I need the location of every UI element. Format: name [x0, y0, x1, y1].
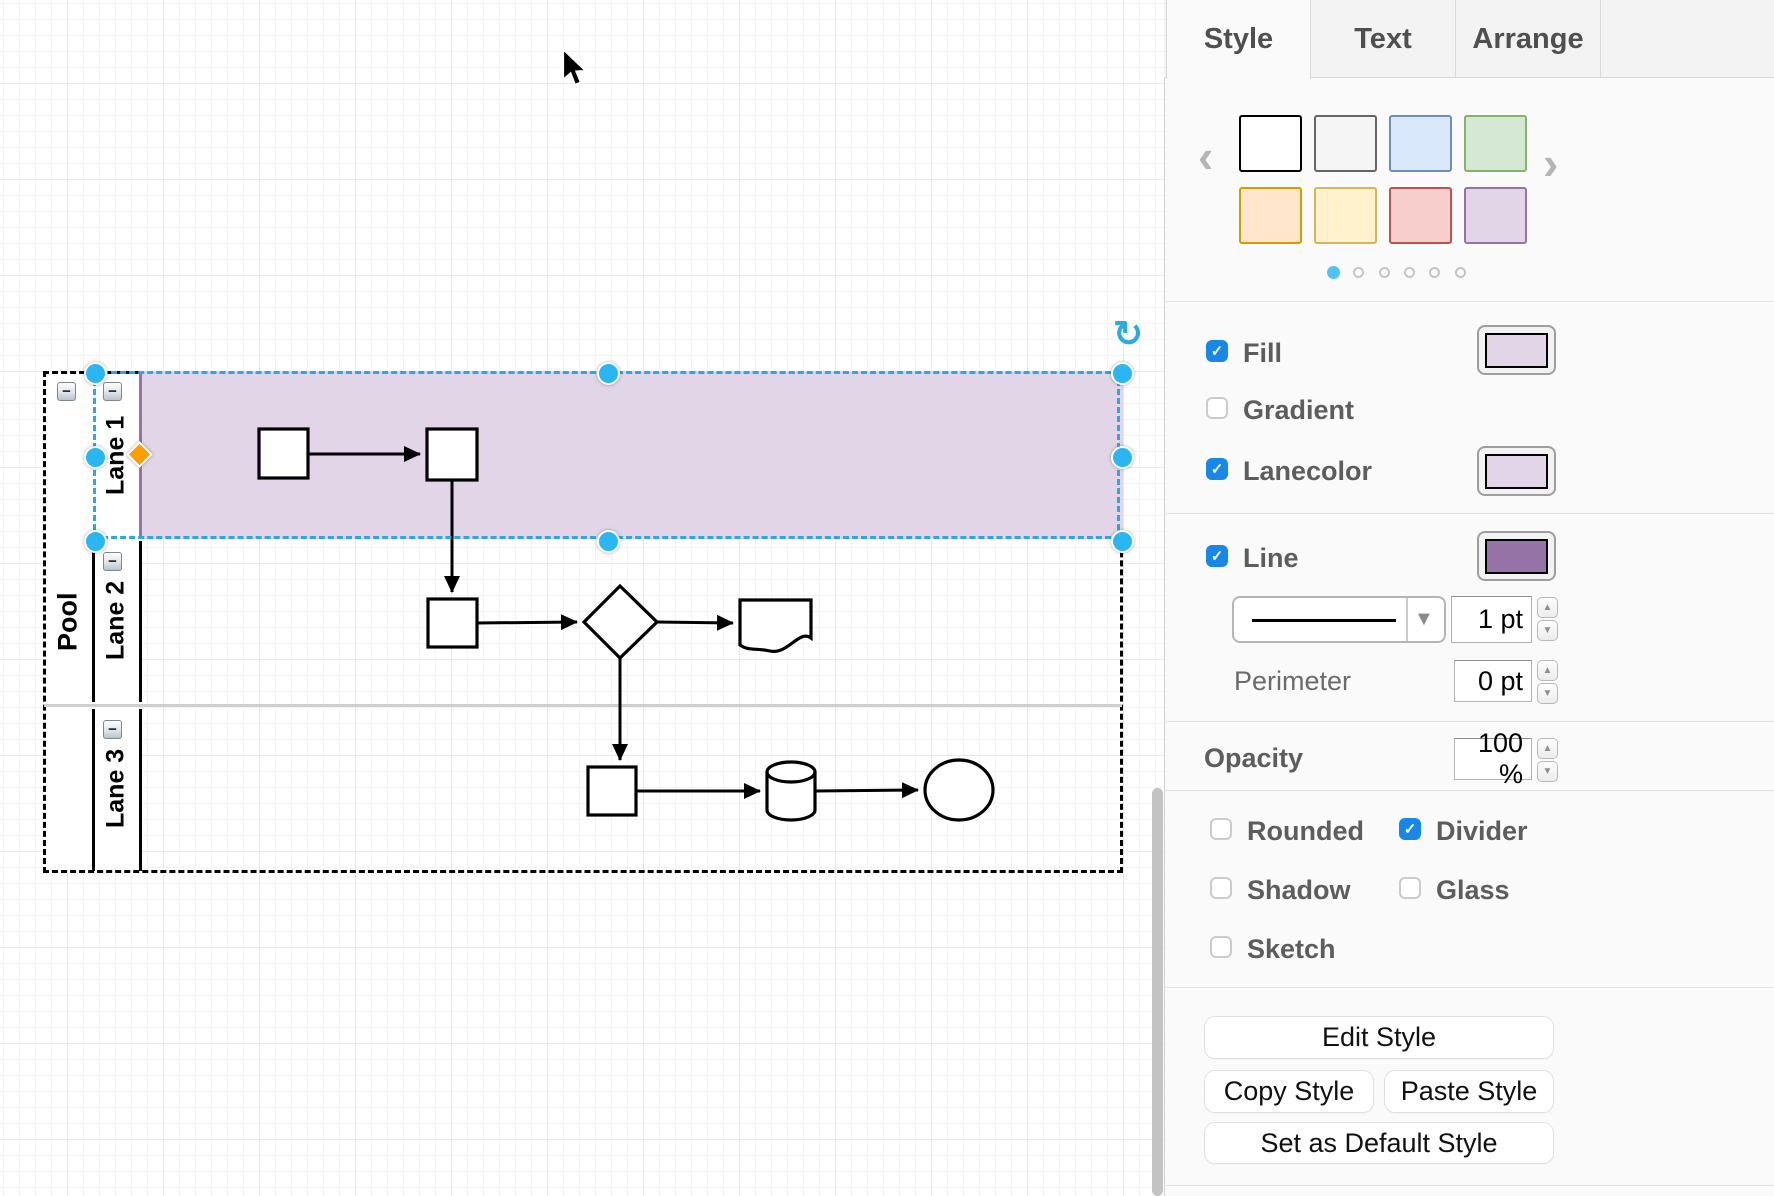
- preset-swatch-red[interactable]: [1389, 187, 1452, 244]
- lanecolor-checkbox[interactable]: ✓: [1206, 458, 1228, 480]
- selection-handle-w[interactable]: [84, 446, 107, 469]
- preset-swatch-yellow[interactable]: [1314, 187, 1377, 244]
- gradient-checkbox[interactable]: [1206, 397, 1228, 419]
- fill-label: Fill: [1243, 340, 1282, 367]
- section-divider: [1164, 513, 1774, 514]
- opacity-stepper[interactable]: ▲ ▼: [1537, 738, 1558, 782]
- flow-arrow-3[interactable]: [477, 622, 577, 623]
- selection-handle-n[interactable]: [597, 362, 620, 385]
- step-down-icon[interactable]: ▼: [1537, 761, 1558, 782]
- step-up-icon[interactable]: ▲: [1537, 738, 1558, 759]
- mouse-cursor: [560, 48, 594, 90]
- lanecolor-label: Lanecolor: [1243, 458, 1372, 485]
- preset-swatch-blue[interactable]: [1389, 115, 1452, 172]
- pager-dot-1[interactable]: [1327, 266, 1340, 279]
- selection-handle-se[interactable]: [1111, 530, 1134, 553]
- canvas-vertical-scrollbar[interactable]: [1152, 788, 1163, 1196]
- opacity-input[interactable]: 100 %: [1454, 738, 1532, 780]
- end-event-shape[interactable]: [925, 760, 993, 820]
- sketch-label: Sketch: [1247, 936, 1336, 963]
- divider-label: Divider: [1436, 818, 1528, 845]
- section-divider: [1164, 987, 1774, 988]
- tab-text[interactable]: Text: [1311, 0, 1456, 78]
- set-default-style-button[interactable]: Set as Default Style: [1204, 1122, 1554, 1164]
- step-down-icon[interactable]: ▼: [1537, 683, 1558, 704]
- preset-swatch-gray[interactable]: [1314, 115, 1377, 172]
- drawing-canvas[interactable]: Pool Lane 1 Lane 2 Lane 3 − − − −: [0, 0, 1164, 1196]
- copy-style-button[interactable]: Copy Style: [1204, 1070, 1374, 1113]
- pager-dot-4[interactable]: [1404, 267, 1415, 278]
- edit-style-button[interactable]: Edit Style: [1204, 1016, 1554, 1059]
- task-shape-3[interactable]: [428, 599, 477, 647]
- paste-style-button[interactable]: Paste Style: [1384, 1070, 1554, 1113]
- perimeter-label: Perimeter: [1234, 668, 1351, 695]
- selection-handle-sw[interactable]: [84, 530, 107, 553]
- section-divider: [1164, 301, 1774, 302]
- pager-dot-2[interactable]: [1353, 267, 1364, 278]
- document-shape[interactable]: [740, 600, 811, 651]
- shadow-checkbox[interactable]: [1210, 877, 1232, 899]
- pager-dot-3[interactable]: [1379, 267, 1390, 278]
- line-color-preview: [1485, 539, 1548, 574]
- perimeter-stepper[interactable]: ▲ ▼: [1537, 660, 1558, 704]
- step-down-icon[interactable]: ▼: [1537, 620, 1558, 641]
- line-style-preview: [1252, 619, 1396, 622]
- selection-handle-nw[interactable]: [84, 362, 107, 385]
- rotate-handle-icon[interactable]: ↻: [1113, 316, 1143, 352]
- lane1-selection-outline: [93, 371, 1120, 539]
- section-divider: [1164, 790, 1774, 791]
- step-up-icon[interactable]: ▲: [1537, 660, 1558, 681]
- pager-dot-5[interactable]: [1429, 267, 1440, 278]
- tab-arrange[interactable]: Arrange: [1456, 0, 1601, 78]
- line-width-input[interactable]: 1 pt: [1451, 596, 1532, 643]
- preset-swatch-purple[interactable]: [1464, 187, 1527, 244]
- presets-prev-icon[interactable]: ‹: [1198, 133, 1213, 179]
- selection-handle-ne[interactable]: [1111, 362, 1134, 385]
- step-up-icon[interactable]: ▲: [1537, 597, 1558, 618]
- fill-color-button[interactable]: [1477, 325, 1556, 375]
- opacity-label: Opacity: [1204, 745, 1303, 772]
- selection-handle-e[interactable]: [1111, 446, 1134, 469]
- flow-shapes-layer: [0, 0, 1164, 1196]
- section-divider: [1164, 721, 1774, 722]
- flow-arrow-4[interactable]: [657, 622, 733, 623]
- line-label: Line: [1243, 545, 1299, 572]
- line-checkbox[interactable]: ✓: [1206, 545, 1228, 567]
- rounded-label: Rounded: [1247, 818, 1364, 845]
- divider-checkbox[interactable]: ✓: [1399, 818, 1421, 840]
- section-divider: [1164, 1185, 1774, 1186]
- chevron-down-icon: ▼: [1414, 608, 1434, 631]
- shadow-label: Shadow: [1247, 877, 1351, 904]
- glass-checkbox[interactable]: [1399, 877, 1421, 899]
- rounded-checkbox[interactable]: [1210, 818, 1232, 840]
- selection-handle-s[interactable]: [597, 530, 620, 553]
- line-style-dropdown[interactable]: ▼: [1232, 596, 1446, 643]
- preset-swatch-orange[interactable]: [1239, 187, 1302, 244]
- presets-next-icon[interactable]: ›: [1543, 140, 1558, 186]
- database-shape-top[interactable]: [767, 762, 815, 782]
- decision-shape[interactable]: [584, 586, 657, 658]
- preset-swatch-white[interactable]: [1239, 115, 1302, 172]
- line-color-button[interactable]: [1477, 531, 1556, 581]
- glass-label: Glass: [1436, 877, 1510, 904]
- task-shape-4[interactable]: [588, 767, 636, 815]
- gradient-label: Gradient: [1243, 397, 1354, 424]
- fill-checkbox[interactable]: ✓: [1206, 340, 1228, 362]
- lanecolor-color-preview: [1485, 454, 1548, 489]
- lanecolor-color-button[interactable]: [1477, 446, 1556, 496]
- sketch-checkbox[interactable]: [1210, 936, 1232, 958]
- tab-style[interactable]: Style: [1166, 0, 1311, 79]
- fill-color-preview: [1485, 333, 1548, 368]
- preset-swatch-green[interactable]: [1464, 115, 1527, 172]
- perimeter-input[interactable]: 0 pt: [1454, 660, 1532, 702]
- pager-dot-6[interactable]: [1455, 267, 1466, 278]
- line-width-stepper[interactable]: ▲ ▼: [1537, 597, 1558, 641]
- flow-arrow-7[interactable]: [815, 790, 918, 791]
